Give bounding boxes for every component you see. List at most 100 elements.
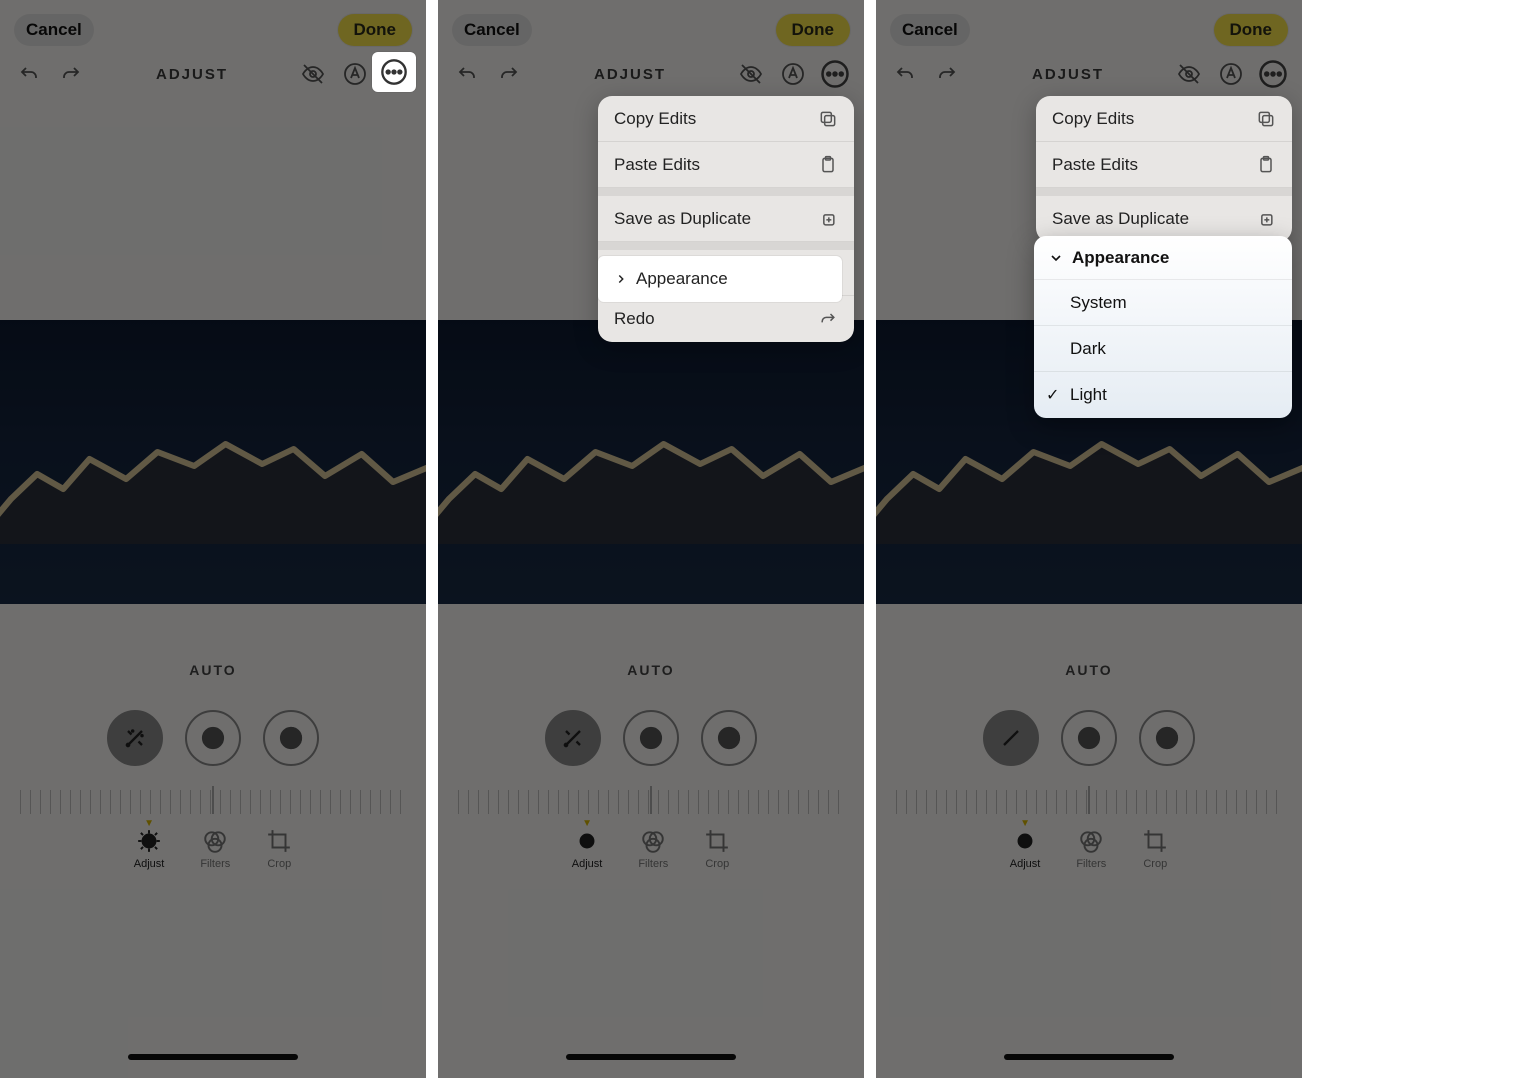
chevron-down-icon — [1048, 250, 1064, 266]
menu-copy-edits[interactable]: Copy Edits — [598, 96, 854, 142]
redo-icon[interactable] — [932, 59, 962, 89]
dial-auto[interactable] — [545, 710, 601, 766]
panel-step-2: Cancel Done ADJUST AUTO — [438, 0, 864, 1078]
panel-step-3: Cancel Done ADJUST AUTO — [876, 0, 1302, 1078]
tab-filters-label: Filters — [1076, 858, 1106, 870]
appearance-header[interactable]: Appearance — [1034, 236, 1292, 280]
cancel-button[interactable]: Cancel — [14, 14, 94, 46]
value-ruler[interactable] — [458, 790, 844, 814]
menu-redo[interactable]: Redo — [598, 296, 854, 342]
redo-icon[interactable] — [56, 59, 86, 89]
menu-paste-edits[interactable]: Paste Edits — [598, 142, 854, 188]
cancel-button[interactable]: Cancel — [452, 14, 532, 46]
mode-title: ADJUST — [1032, 66, 1104, 83]
tab-crop[interactable]: Crop — [1142, 828, 1168, 870]
checkmark-icon: ✓ — [1046, 385, 1059, 405]
menu-paste-edits-label: Paste Edits — [614, 155, 700, 175]
duplicate-icon — [818, 209, 838, 229]
markup-icon[interactable] — [1216, 59, 1246, 89]
undo-icon[interactable] — [890, 59, 920, 89]
visibility-off-icon[interactable] — [1174, 59, 1204, 89]
tab-adjust-label: Adjust — [134, 858, 165, 870]
dial-brilliance[interactable] — [1139, 710, 1195, 766]
more-button[interactable] — [820, 59, 850, 89]
tab-adjust-label: Adjust — [1010, 858, 1041, 870]
redo-menu-icon — [818, 309, 838, 329]
menu-save-duplicate[interactable]: Save as Duplicate — [598, 196, 854, 242]
done-button[interactable]: Done — [1214, 14, 1289, 46]
tab-filters-label: Filters — [638, 858, 668, 870]
photo-canvas — [0, 320, 426, 604]
menu-appearance[interactable]: Appearance — [598, 256, 842, 302]
markup-icon[interactable] — [778, 59, 808, 89]
tab-adjust[interactable]: ▼Adjust — [572, 828, 603, 870]
chevron-right-icon — [614, 272, 628, 286]
copy-icon — [1256, 109, 1276, 129]
done-button[interactable]: Done — [338, 14, 413, 46]
undo-icon[interactable] — [452, 59, 482, 89]
home-indicator — [128, 1054, 298, 1060]
paste-icon — [818, 155, 838, 175]
mode-title: ADJUST — [156, 66, 228, 83]
more-menu: Copy Edits Paste Edits Save as Duplicate… — [598, 96, 854, 342]
undo-icon[interactable] — [14, 59, 44, 89]
menu-appearance-label: Appearance — [636, 269, 728, 289]
appearance-option-light-label: Light — [1070, 385, 1107, 405]
menu-paste-edits-label: Paste Edits — [1052, 155, 1138, 175]
menu-copy-edits[interactable]: Copy Edits — [1036, 96, 1292, 142]
appearance-option-system[interactable]: System — [1034, 280, 1292, 326]
dial-brilliance[interactable] — [263, 710, 319, 766]
visibility-off-icon[interactable] — [298, 59, 328, 89]
dial-exposure[interactable] — [623, 710, 679, 766]
menu-save-duplicate-label: Save as Duplicate — [1052, 209, 1189, 229]
panel-step-1: Cancel Done ADJUST — [0, 0, 426, 1078]
appearance-option-system-label: System — [1070, 293, 1127, 313]
tab-crop-label: Crop — [1143, 858, 1167, 870]
visibility-off-icon[interactable] — [736, 59, 766, 89]
appearance-submenu: Appearance System Dark ✓ Light — [1034, 236, 1292, 418]
auto-label: AUTO — [876, 662, 1302, 678]
dial-auto[interactable] — [983, 710, 1039, 766]
markup-icon[interactable] — [340, 59, 370, 89]
menu-copy-edits-label: Copy Edits — [614, 109, 696, 129]
editor-base: Cancel Done ADJUST AUTO — [876, 0, 1302, 1078]
menu-copy-edits-label: Copy Edits — [1052, 109, 1134, 129]
editor-base: Cancel Done ADJUST — [0, 0, 426, 1078]
more-button-highlight[interactable] — [372, 52, 416, 92]
redo-icon[interactable] — [494, 59, 524, 89]
dial-exposure[interactable] — [1061, 710, 1117, 766]
tab-filters[interactable]: Filters — [638, 828, 668, 870]
more-button[interactable] — [1258, 59, 1288, 89]
tab-filters[interactable]: Filters — [200, 828, 230, 870]
tab-crop-label: Crop — [705, 858, 729, 870]
dial-auto[interactable] — [107, 710, 163, 766]
appearance-title-label: Appearance — [1072, 248, 1169, 268]
duplicate-icon — [1256, 209, 1276, 229]
done-button[interactable]: Done — [776, 14, 851, 46]
mountain-silhouette — [0, 404, 426, 544]
menu-save-duplicate-label: Save as Duplicate — [614, 209, 751, 229]
tab-filters[interactable]: Filters — [1076, 828, 1106, 870]
auto-label: AUTO — [0, 662, 426, 678]
home-indicator — [1004, 1054, 1174, 1060]
tab-crop-label: Crop — [267, 858, 291, 870]
appearance-option-dark[interactable]: Dark — [1034, 326, 1292, 372]
value-ruler[interactable] — [20, 790, 406, 814]
auto-label: AUTO — [438, 662, 864, 678]
tab-adjust[interactable]: ▼Adjust — [1010, 828, 1041, 870]
editor-base: Cancel Done ADJUST AUTO — [438, 0, 864, 1078]
cancel-button[interactable]: Cancel — [890, 14, 970, 46]
menu-paste-edits[interactable]: Paste Edits — [1036, 142, 1292, 188]
photo-canvas — [438, 320, 864, 604]
dial-exposure[interactable] — [185, 710, 241, 766]
copy-icon — [818, 109, 838, 129]
appearance-option-light[interactable]: ✓ Light — [1034, 372, 1292, 418]
dial-brilliance[interactable] — [701, 710, 757, 766]
appearance-option-dark-label: Dark — [1070, 339, 1106, 359]
home-indicator — [566, 1054, 736, 1060]
tab-crop[interactable]: Crop — [704, 828, 730, 870]
tab-crop[interactable]: Crop — [266, 828, 292, 870]
value-ruler[interactable] — [896, 790, 1282, 814]
paste-icon — [1256, 155, 1276, 175]
tab-adjust[interactable]: ▼Adjust — [134, 828, 165, 870]
